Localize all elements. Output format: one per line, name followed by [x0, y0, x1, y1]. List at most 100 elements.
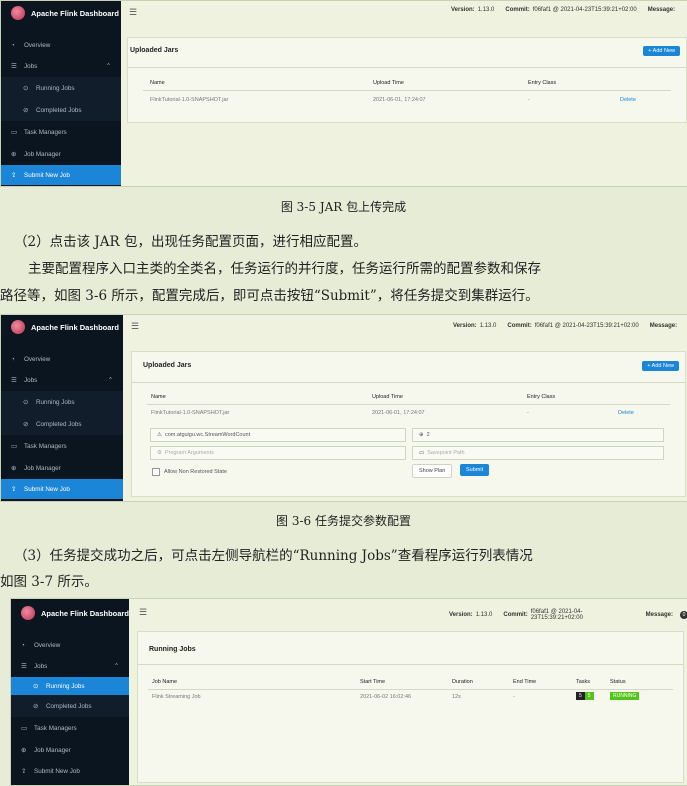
- add-new-button[interactable]: + Add New: [642, 361, 679, 371]
- parallelism-input[interactable]: ⊕ 2: [412, 428, 664, 442]
- menu-fold-icon[interactable]: ☰: [139, 607, 147, 618]
- uploaded-jars-card: Uploaded Jars + Add New Name Upload Time…: [127, 37, 687, 123]
- program-arguments-placeholder: Program Arguments: [164, 450, 214, 456]
- sidebar-item-running-jobs[interactable]: ⊙ Running Jobs: [1, 391, 123, 413]
- savepoint-path-placeholder: Savepoint Path: [427, 450, 465, 456]
- sidebar-item-task-managers[interactable]: ▭ Task Managers: [1, 435, 123, 457]
- card-title: Uploaded Jars: [130, 47, 179, 54]
- message-label: Message:: [645, 612, 673, 618]
- dashboard-icon: ◔: [11, 41, 15, 49]
- divider: [143, 90, 671, 91]
- sidebar-item-completed-jobs[interactable]: ⊘ Completed Jobs: [11, 695, 129, 717]
- col-tasks-header: Tasks: [576, 679, 591, 685]
- allow-non-restored-checkbox[interactable]: [152, 468, 160, 476]
- message-count-badge[interactable]: 0: [680, 611, 687, 619]
- brand: Apache Flink Dashboard: [1, 1, 121, 25]
- sidebar-item-submit-new-job[interactable]: ⇪ Submit New Job: [1, 165, 121, 185]
- sidebar-item-label: Task Managers: [24, 442, 67, 450]
- sidebar-item-overview[interactable]: ◔ Overview: [1, 35, 121, 55]
- sidebar-item-running-jobs[interactable]: ⊙ Running Jobs: [1, 77, 121, 99]
- topbar: Version: 1.13.0 Commit: f06faf1 @ 2021-04-…: [451, 7, 687, 13]
- flink-logo-icon: [11, 6, 25, 20]
- check-circle-icon: ⊘: [23, 106, 29, 114]
- divider: [132, 382, 685, 383]
- sidebar-item-overview[interactable]: ◔ Overview: [11, 635, 129, 655]
- brand: Apache Flink Dashboard: [1, 315, 123, 339]
- sidebar-item-label: Job Manager: [24, 464, 61, 472]
- sidebar-item-label: Jobs: [24, 62, 38, 70]
- delete-link[interactable]: Delete: [618, 410, 634, 416]
- sidebar-item-label: Overview: [24, 41, 51, 49]
- commit-label: Commit:: [507, 323, 532, 329]
- sidebar-item-jobs[interactable]: ☰ Jobs ⌃: [1, 369, 123, 391]
- sidebar-item-label: Submit New Job: [34, 767, 80, 775]
- running-jobs-card: Running Jobs Job Name Start Time Duratio…: [137, 631, 684, 783]
- play-circle-icon: ⊙: [33, 682, 39, 690]
- sidebar-item-task-managers[interactable]: ▭ Task Managers: [1, 121, 121, 143]
- sidebar-item-jobs[interactable]: ☰ Jobs ⌃: [11, 655, 129, 677]
- sidebar-item-completed-jobs[interactable]: ⊘ Completed Jobs: [1, 99, 121, 121]
- menu-fold-icon[interactable]: ☰: [131, 321, 139, 332]
- paragraph: 路径等，如图 3-6 所示，配置完成后，即可点击按钮“Submit”，将任务提交…: [0, 288, 539, 304]
- sidebar-item-submit-new-job[interactable]: ⇪ Submit New Job: [11, 761, 129, 781]
- sidebar-item-completed-jobs[interactable]: ⊘ Completed Jobs: [1, 413, 123, 435]
- sidebar-item-jobs[interactable]: ☰ Jobs ⌃: [1, 55, 121, 77]
- program-arguments-input[interactable]: ⚙ Program Arguments: [150, 446, 406, 460]
- col-end-time-header: End Time: [513, 679, 537, 685]
- server-icon: ▭: [11, 442, 17, 450]
- job-start-time: 2021-06-02 16:02:46: [360, 694, 412, 700]
- sidebar-item-label: Running Jobs: [36, 84, 75, 92]
- jar-entry-class: -: [527, 410, 529, 416]
- card-title: Uploaded Jars: [143, 362, 192, 369]
- folder-icon: ▭: [419, 450, 425, 456]
- tasks-badges: 5 5: [576, 692, 594, 700]
- sidebar-item-job-manager[interactable]: ⊕ Job Manager: [1, 143, 121, 165]
- sidebar-item-label: Running Jobs: [36, 398, 75, 406]
- add-new-button[interactable]: + Add New: [643, 46, 680, 56]
- figure-caption: 图 3-6 任务提交参数配置: [276, 514, 411, 528]
- tasks-running-badge: 5: [584, 692, 594, 700]
- paragraph: 主要配置程序入口主类的全类名，任务运行的并行度，任务运行所需的配置参数和保存: [28, 261, 541, 277]
- entry-class-input[interactable]: ⚠ com.atguigu.wc.StreamWordCount: [150, 428, 406, 442]
- flink-logo-icon: [21, 606, 35, 620]
- gear-icon: ⚙: [157, 450, 162, 456]
- divider: [138, 664, 683, 665]
- menu-fold-icon[interactable]: ☰: [129, 7, 137, 18]
- chevron-up-icon: ⌃: [107, 376, 113, 384]
- chevron-up-icon: ⌃: [105, 62, 111, 70]
- delete-link[interactable]: Delete: [620, 97, 636, 103]
- tasks-total-badge: 5: [576, 692, 585, 700]
- screenshot-running-jobs: Apache Flink Dashboard ◔ Overview ☰ Jobs ⌃ …: [10, 598, 687, 786]
- jar-entry-class: -: [528, 97, 530, 103]
- topbar: Version: 1.13.0 Commit: f06faf1 @ 2021-04-…: [453, 323, 687, 329]
- upload-icon: ⇪: [21, 767, 27, 775]
- jar-upload-time: 2021-06-01, 17:24:07: [373, 97, 426, 103]
- sidebar-item-running-jobs[interactable]: ⊙ Running Jobs: [11, 677, 129, 695]
- job-end-time: -: [513, 694, 515, 700]
- col-entry-class-header: Entry Class: [527, 394, 556, 400]
- sidebar-item-task-managers[interactable]: ▭ Task Managers: [11, 717, 129, 739]
- uploaded-jars-card: Uploaded Jars + Add New Name Upload Time…: [131, 351, 686, 497]
- server-icon: ▭: [21, 724, 27, 732]
- savepoint-path-input[interactable]: ▭ Savepoint Path: [412, 446, 664, 460]
- version-value: 1.13.0: [479, 323, 497, 329]
- sidebar-item-job-manager[interactable]: ⊕ Job Manager: [1, 457, 123, 479]
- sidebar-item-label: Overview: [34, 641, 61, 649]
- job-name[interactable]: Flink Streaming Job: [152, 694, 201, 700]
- col-upload-time-header: Upload Time: [372, 394, 403, 400]
- app-name: Apache Flink Dashboard: [31, 8, 119, 18]
- sidebar-item-label: Completed Jobs: [36, 106, 82, 114]
- jar-name[interactable]: FlinkTutorial-1.0-SNAPSHOT.jar: [150, 97, 228, 103]
- list-icon: ☰: [21, 662, 27, 670]
- divider: [128, 67, 686, 68]
- col-start-time-header: Start Time: [360, 679, 386, 685]
- sidebar-item-overview[interactable]: ◔ Overview: [1, 349, 123, 369]
- sidebar-item-submit-new-job[interactable]: ⇪ Submit New Job: [1, 479, 123, 499]
- sidebar-item-label: Task Managers: [34, 724, 77, 732]
- show-plan-button[interactable]: Show Plan: [412, 464, 453, 478]
- figure-caption: 图 3-5 JAR 包上传完成: [280, 200, 407, 214]
- submit-button[interactable]: Submit: [460, 464, 490, 476]
- sidebar-item-job-manager[interactable]: ⊕ Job Manager: [11, 739, 129, 761]
- list-icon: ☰: [11, 62, 17, 70]
- jar-name[interactable]: FlinkTutorial-1.0-SNAPSHOT.jar: [151, 410, 229, 416]
